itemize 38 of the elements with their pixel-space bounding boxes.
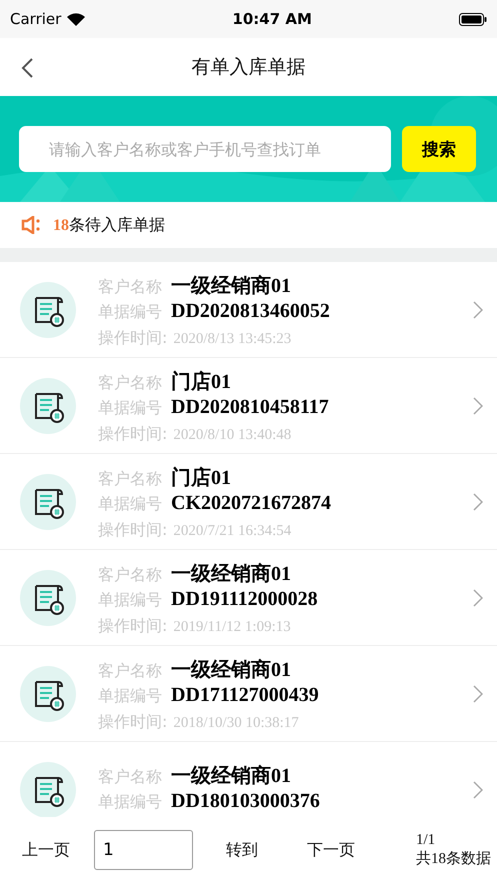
- chevron-right-icon: [473, 780, 483, 798]
- wifi-icon: [67, 12, 86, 26]
- next-page-button[interactable]: 下一页: [307, 840, 355, 860]
- page-number-field[interactable]: 1: [94, 830, 193, 870]
- battery-icon: [458, 12, 487, 26]
- page-indicator: 1/1: [416, 832, 436, 849]
- order-number: DD2020813460052: [171, 300, 330, 322]
- document-icon: [20, 282, 76, 338]
- chevron-right-icon: [473, 684, 483, 702]
- go-to-button[interactable]: 转到: [226, 840, 258, 860]
- order-number: DD2020810458117: [171, 396, 329, 418]
- chevron-right-icon: [473, 588, 483, 606]
- chevron-right-icon: [473, 300, 483, 318]
- customer-name: 一级经销商01: [171, 562, 291, 586]
- search-button[interactable]: 搜索: [402, 126, 476, 172]
- document-icon: [20, 474, 76, 530]
- order-number: DD191112000028: [171, 588, 318, 610]
- total-records: 共18条数据: [416, 850, 491, 868]
- page-title: 有单入库单据: [192, 55, 306, 80]
- chevron-right-icon: [473, 492, 483, 510]
- order-number: DD171127000439: [171, 684, 319, 706]
- order-number: DD180103000376: [171, 790, 320, 812]
- customer-name: 门店01: [171, 466, 231, 490]
- pending-count-text: 18条待入库单据: [53, 214, 165, 236]
- chevron-right-icon: [473, 396, 483, 414]
- document-icon: [20, 570, 76, 626]
- carrier-name: Carrier: [10, 10, 62, 28]
- clock-time: 10:47 AM: [232, 10, 312, 28]
- order-number: CK2020721672874: [171, 492, 331, 514]
- search-field[interactable]: 请输入客户名称或客户手机号查找订单: [19, 126, 391, 172]
- document-icon: [20, 666, 76, 722]
- customer-name: 一级经销商01: [171, 764, 291, 788]
- customer-name: 一级经销商01: [171, 274, 291, 298]
- customer-name: 门店01: [171, 370, 231, 394]
- customer-name: 一级经销商01: [171, 658, 291, 682]
- back-icon[interactable]: [20, 57, 34, 79]
- previous-page-button[interactable]: 上一页: [22, 840, 70, 860]
- document-icon: [20, 378, 76, 434]
